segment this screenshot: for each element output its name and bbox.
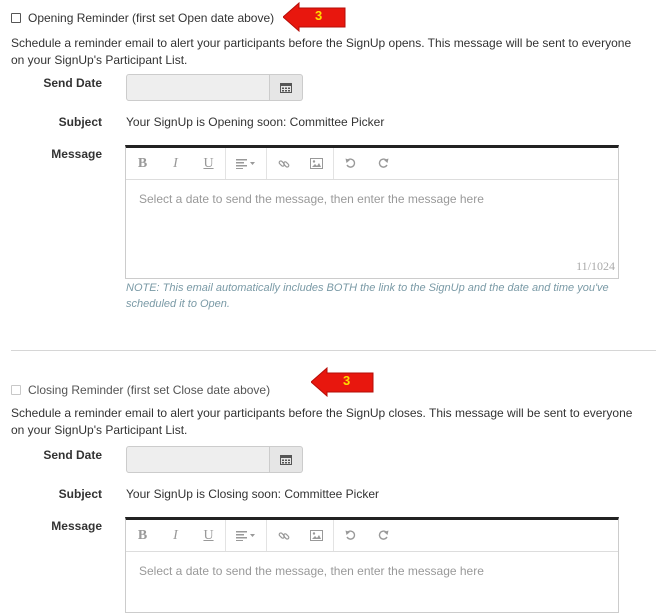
- image-icon[interactable]: [300, 520, 333, 551]
- subject-label: Subject: [58, 487, 102, 501]
- align-group: [226, 520, 267, 551]
- closing-reminder-row: Closing Reminder (first set Close date a…: [11, 383, 270, 397]
- align-group: [226, 148, 267, 179]
- red-arrow-badge: 3: [282, 1, 347, 33]
- message-editor[interactable]: B I U Select a date to send the message,…: [125, 145, 619, 279]
- link-icon[interactable]: [267, 520, 300, 551]
- undo-icon[interactable]: [334, 148, 367, 179]
- message-editor[interactable]: B I U Select a date to send the message,…: [125, 517, 619, 613]
- send-date-input[interactable]: [126, 446, 270, 473]
- closing-description: Schedule a reminder email to alert your …: [11, 406, 633, 437]
- badge-number: 3: [343, 373, 351, 388]
- undo-icon[interactable]: [334, 520, 367, 551]
- bold-icon[interactable]: B: [126, 520, 159, 551]
- calendar-button[interactable]: [270, 446, 303, 473]
- closing-reminder-checkbox[interactable]: [11, 385, 21, 395]
- send-date-label: Send Date: [43, 76, 102, 90]
- format-group: B I U: [126, 148, 226, 179]
- send-date-group: [126, 74, 303, 101]
- bold-icon[interactable]: B: [126, 148, 159, 179]
- subject-value: Your SignUp is Opening soon: Committee P…: [126, 115, 385, 129]
- editor-toolbar: B I U: [126, 148, 618, 180]
- closing-reminder-label: Closing Reminder (first set Close date a…: [28, 383, 271, 397]
- underline-icon[interactable]: U: [192, 520, 225, 551]
- italic-icon[interactable]: I: [159, 148, 192, 179]
- calendar-icon: [280, 83, 292, 93]
- history-group: [334, 520, 400, 551]
- red-arrow-badge: 3: [310, 366, 375, 398]
- image-icon[interactable]: [300, 148, 333, 179]
- insert-group: [267, 520, 334, 551]
- character-counter: 11/1024: [576, 259, 615, 273]
- underline-icon[interactable]: U: [192, 148, 225, 179]
- format-group: B I U: [126, 520, 226, 551]
- subject-label: Subject: [58, 115, 102, 129]
- opening-note: NOTE: This email automatically includes …: [126, 282, 609, 310]
- message-label: Message: [51, 147, 102, 161]
- history-group: [334, 148, 400, 179]
- redo-icon[interactable]: [367, 520, 400, 551]
- badge-number: 3: [315, 8, 323, 23]
- send-date-input[interactable]: [126, 74, 270, 101]
- insert-group: [267, 148, 334, 179]
- opening-reminder-checkbox[interactable]: [11, 13, 21, 23]
- section-divider: [11, 350, 656, 351]
- subject-value: Your SignUp is Closing soon: Committee P…: [126, 487, 380, 501]
- calendar-icon: [280, 455, 292, 465]
- italic-icon[interactable]: I: [159, 520, 192, 551]
- editor-toolbar: B I U: [126, 520, 618, 552]
- message-placeholder: Select a date to send the message, then …: [139, 192, 484, 206]
- message-label: Message: [51, 519, 102, 533]
- opening-description: Schedule a reminder email to alert your …: [11, 36, 632, 67]
- link-icon[interactable]: [267, 148, 300, 179]
- send-date-group: [126, 446, 303, 473]
- opening-reminder-label[interactable]: Opening Reminder (first set Open date ab…: [28, 11, 274, 25]
- align-icon[interactable]: [226, 520, 266, 551]
- opening-reminder-row[interactable]: Opening Reminder (first set Open date ab…: [11, 11, 274, 25]
- align-icon[interactable]: [226, 148, 266, 179]
- send-date-label: Send Date: [43, 448, 102, 462]
- redo-icon[interactable]: [367, 148, 400, 179]
- calendar-button[interactable]: [270, 74, 303, 101]
- message-placeholder: Select a date to send the message, then …: [139, 564, 484, 578]
